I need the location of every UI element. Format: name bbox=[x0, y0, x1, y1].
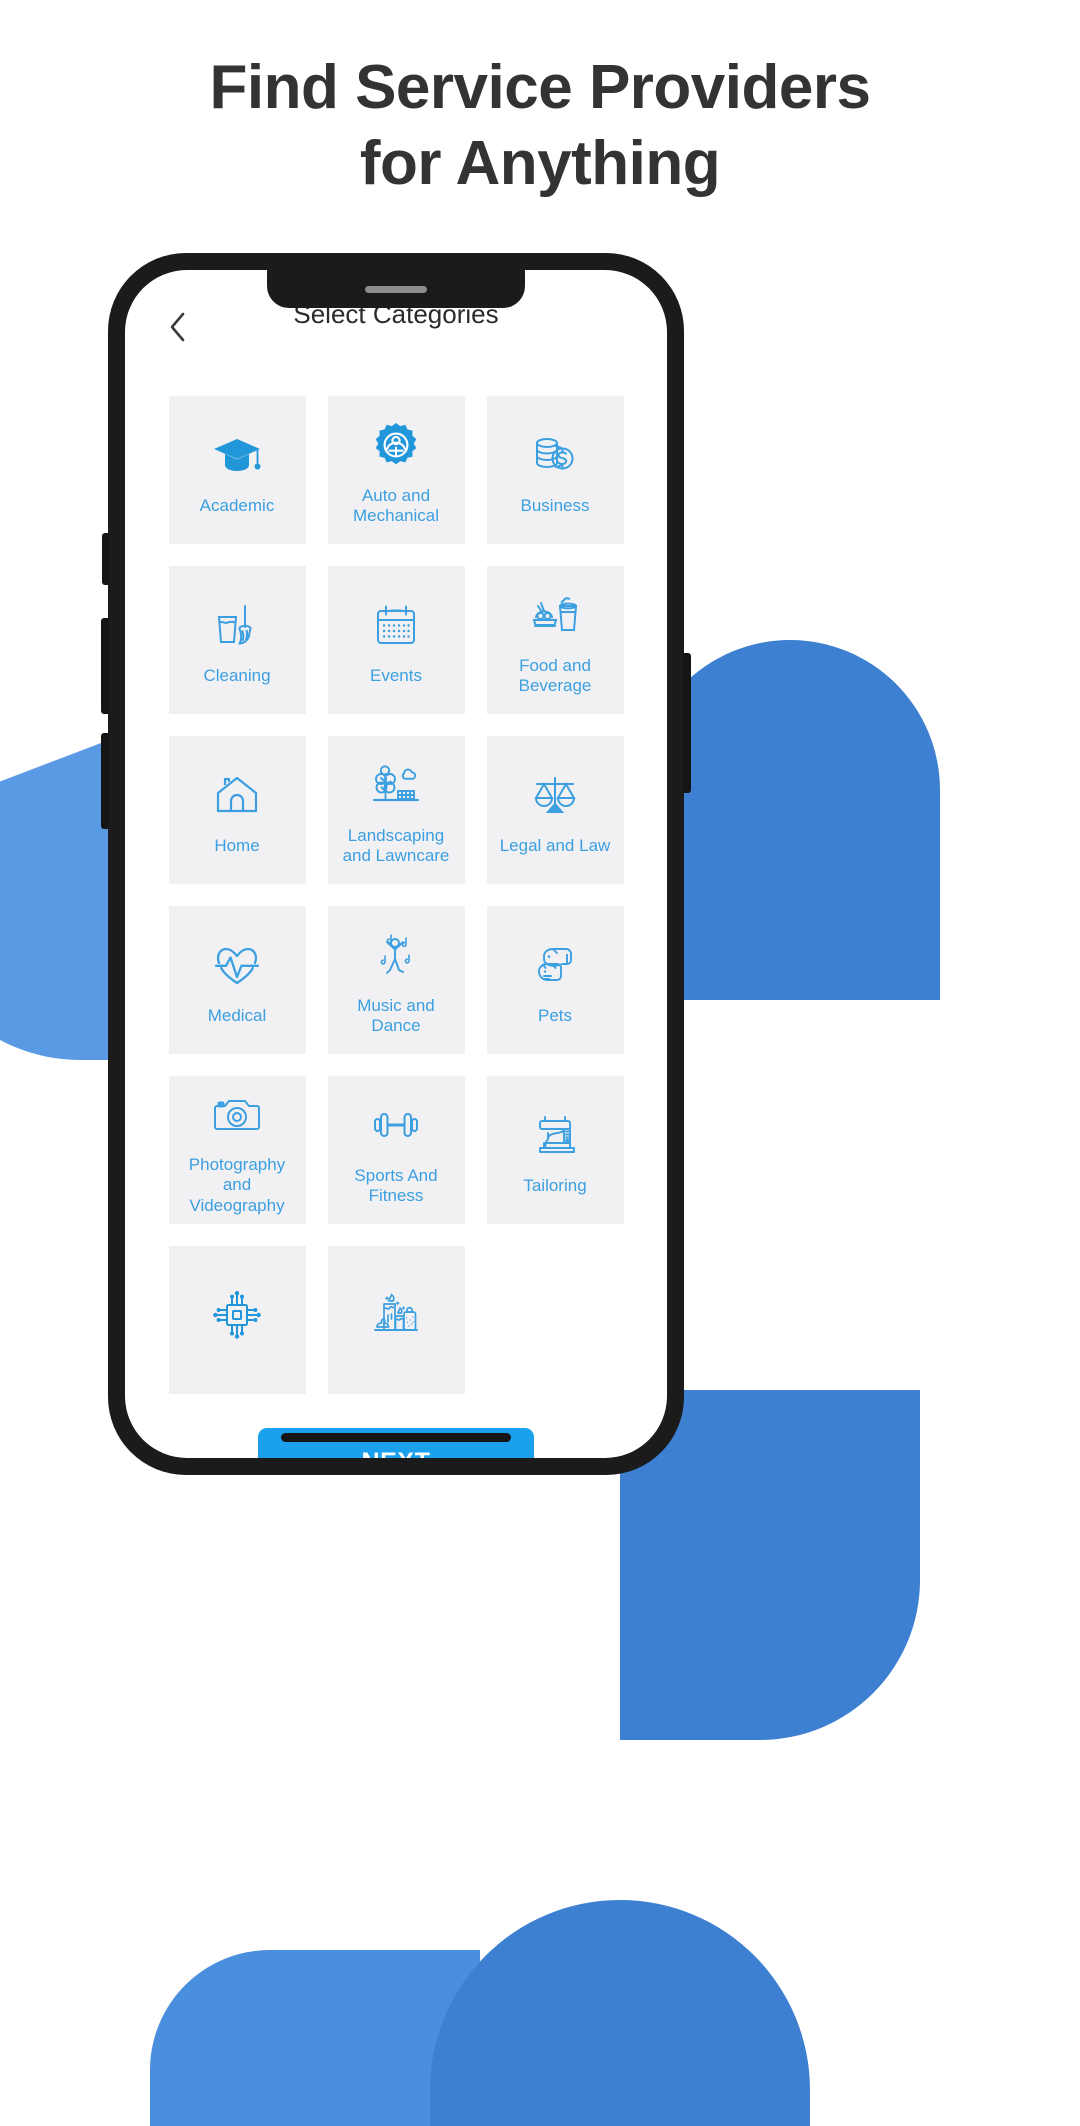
category-tile-landscaping-and-lawncare[interactable]: Landscaping and Lawncare bbox=[327, 736, 465, 884]
category-tile-technology[interactable] bbox=[168, 1246, 306, 1394]
category-label: Academic bbox=[199, 495, 275, 515]
category-label: Legal and Law bbox=[499, 835, 611, 855]
graduation-cap-icon bbox=[212, 424, 262, 486]
mute-switch[interactable] bbox=[102, 533, 109, 585]
category-label: Cleaning bbox=[203, 665, 271, 685]
scales-icon bbox=[531, 764, 579, 826]
category-label: Sports And Fitness bbox=[354, 1165, 438, 1205]
camera-icon bbox=[213, 1084, 261, 1145]
back-button[interactable] bbox=[155, 305, 199, 349]
circuit-chip-icon bbox=[212, 1290, 262, 1340]
category-label: Auto and Mechanical bbox=[353, 485, 439, 525]
coins-dollar-icon bbox=[531, 424, 579, 486]
category-tile-candles[interactable] bbox=[327, 1246, 465, 1394]
promo-headline: Find Service Providers for Anything bbox=[0, 50, 1080, 201]
power-button[interactable] bbox=[683, 653, 691, 793]
chevron-left-icon bbox=[167, 311, 187, 343]
sewing-machine-icon bbox=[532, 1104, 578, 1166]
category-label: Food and Beverage bbox=[518, 655, 592, 695]
category-grid: Academic Auto and Mechanical Business Cl… bbox=[125, 362, 667, 1394]
house-icon bbox=[214, 764, 260, 826]
phone-mockup: Select Categories Academic Auto and Mech… bbox=[101, 253, 691, 1475]
category-tile-business[interactable]: Business bbox=[486, 396, 624, 544]
volume-down-button[interactable] bbox=[101, 733, 109, 829]
category-tile-pets[interactable]: Pets bbox=[486, 906, 624, 1054]
headline-line-2: for Anything bbox=[359, 128, 721, 198]
category-label: Photography and Videography bbox=[188, 1154, 286, 1215]
phone-notch bbox=[267, 270, 525, 308]
category-tile-legal-and-law[interactable]: Legal and Law bbox=[486, 736, 624, 884]
category-label: Business bbox=[520, 495, 590, 515]
tree-lawn-icon bbox=[371, 754, 421, 816]
category-tile-events[interactable]: Events bbox=[327, 566, 465, 714]
promo-screenshot: Find Service Providers for Anything Sele… bbox=[0, 0, 1080, 2126]
category-tile-sports-and-fitness[interactable]: Sports And Fitness bbox=[327, 1076, 465, 1224]
home-indicator[interactable] bbox=[281, 1433, 511, 1442]
calendar-icon bbox=[374, 594, 418, 656]
category-tile-tailoring[interactable]: Tailoring bbox=[486, 1076, 624, 1224]
category-tile-photography-and-videography[interactable]: Photography and Videography bbox=[168, 1076, 306, 1224]
category-tile-auto-and-mechanical[interactable]: Auto and Mechanical bbox=[327, 396, 465, 544]
category-tile-food-and-beverage[interactable]: Food and Beverage bbox=[486, 566, 624, 714]
headline-line-1: Find Service Providers bbox=[209, 53, 871, 122]
dumbbell-icon bbox=[371, 1094, 421, 1156]
category-label: Music and Dance bbox=[357, 995, 435, 1035]
speaker-grille-icon bbox=[365, 285, 427, 293]
candles-jar-icon bbox=[370, 1291, 422, 1339]
category-label: Tailoring bbox=[523, 1175, 587, 1195]
background-blob-bottom-center bbox=[430, 1900, 810, 2126]
category-tile-academic[interactable]: Academic bbox=[168, 396, 306, 544]
bucket-mop-icon bbox=[214, 594, 260, 656]
volume-up-button[interactable] bbox=[101, 618, 109, 714]
category-label: Events bbox=[370, 665, 422, 685]
category-label: Landscaping and Lawncare bbox=[342, 825, 450, 865]
heart-pulse-icon bbox=[213, 934, 261, 996]
dog-cat-icon bbox=[531, 934, 579, 996]
category-tile-cleaning[interactable]: Cleaning bbox=[168, 566, 306, 714]
category-tile-music-and-dance[interactable]: Music and Dance bbox=[327, 906, 465, 1054]
gear-mechanic-icon bbox=[373, 414, 419, 476]
category-label: Pets bbox=[537, 1005, 573, 1025]
category-label: Home bbox=[214, 835, 260, 855]
food-drink-icon bbox=[531, 584, 579, 646]
category-tile-home[interactable]: Home bbox=[168, 736, 306, 884]
category-tile-medical[interactable]: Medical bbox=[168, 906, 306, 1054]
category-label: Medical bbox=[207, 1005, 267, 1025]
phone-screen: Select Categories Academic Auto and Mech… bbox=[125, 270, 667, 1458]
dancer-music-icon bbox=[373, 924, 419, 986]
